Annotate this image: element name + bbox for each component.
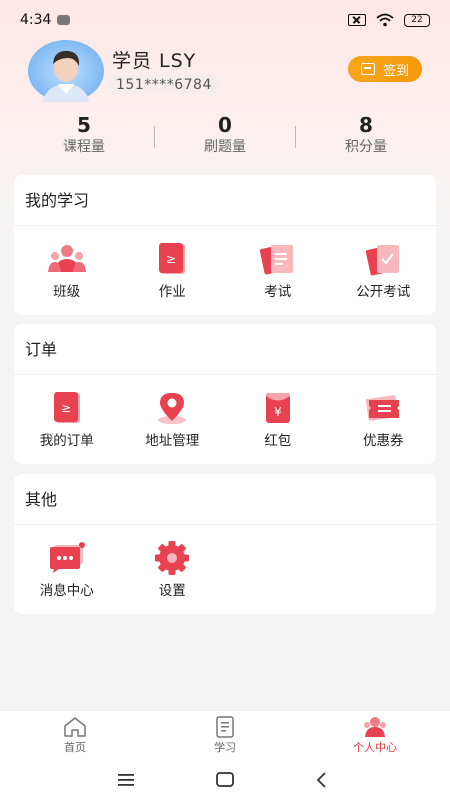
notification-icon bbox=[57, 15, 71, 25]
card-title: 订单 bbox=[14, 324, 436, 375]
grid-item-public-exam[interactable]: 公开考试 bbox=[331, 226, 437, 314]
stat-courses[interactable]: 5 课程量 bbox=[14, 112, 154, 156]
grid-item-coupon[interactable]: 优惠券 bbox=[331, 375, 437, 463]
svg-text:≥: ≥ bbox=[166, 252, 176, 266]
stat-questions[interactable]: 0 刷题量 bbox=[155, 112, 295, 156]
user-name: 学员 LSY bbox=[112, 50, 197, 72]
menu-icon[interactable] bbox=[118, 773, 134, 787]
tab-profile[interactable]: 个人中心 bbox=[300, 711, 450, 760]
user-phone: 151****6784 bbox=[110, 76, 218, 94]
signin-label: 签到 bbox=[382, 63, 409, 79]
card-other: 其他 消息中心 设置 bbox=[14, 474, 436, 614]
location-pin-icon bbox=[158, 393, 187, 424]
grid-item-class[interactable]: 班级 bbox=[14, 226, 120, 314]
signin-button[interactable]: 签到 bbox=[348, 56, 422, 82]
grid-item-message-center[interactable]: 消息中心 bbox=[14, 525, 120, 613]
grid-label: 考试 bbox=[264, 284, 292, 300]
grid-label: 优惠券 bbox=[363, 433, 404, 449]
bottom-tab-bar: 首页 学习 个人中心 bbox=[0, 710, 450, 760]
avatar[interactable] bbox=[28, 40, 106, 102]
stat-value: 5 bbox=[77, 113, 91, 137]
stat-label: 积分量 bbox=[345, 139, 387, 155]
tab-label: 个人中心 bbox=[353, 741, 397, 754]
message-icon bbox=[49, 542, 85, 573]
home-nav-icon[interactable] bbox=[216, 772, 234, 788]
tab-label: 学习 bbox=[214, 741, 236, 754]
card-title: 我的学习 bbox=[14, 175, 436, 226]
grid-label: 作业 bbox=[158, 284, 186, 300]
coupon-icon bbox=[366, 395, 400, 421]
grid-item-settings[interactable]: 设置 bbox=[120, 525, 226, 613]
tab-home[interactable]: 首页 bbox=[0, 711, 150, 760]
grid-label: 红包 bbox=[264, 433, 292, 449]
system-nav-bar bbox=[0, 760, 450, 800]
grid-label: 消息中心 bbox=[39, 583, 94, 599]
public-exam-icon bbox=[366, 245, 400, 276]
grid-item-exam[interactable]: 考试 bbox=[225, 226, 331, 314]
settings-gear-icon bbox=[155, 541, 190, 575]
grid-label: 公开考试 bbox=[356, 284, 411, 300]
card-title: 其他 bbox=[14, 474, 436, 525]
homework-icon: ≥ bbox=[159, 243, 186, 274]
study-doc-icon bbox=[216, 716, 234, 738]
order-icon: ≥ bbox=[53, 392, 80, 423]
wifi-icon bbox=[376, 13, 394, 27]
grid-item-red-packet[interactable]: ¥ 红包 bbox=[225, 375, 331, 463]
grid-label: 班级 bbox=[53, 284, 81, 300]
class-icon bbox=[47, 245, 86, 272]
back-icon[interactable] bbox=[315, 771, 327, 789]
profile-header: 学员 LSY 151****6784 签到 bbox=[28, 40, 428, 104]
grid-label: 我的订单 bbox=[39, 433, 94, 449]
status-time: 4:34 bbox=[20, 12, 52, 28]
exam-icon bbox=[259, 245, 293, 275]
battery-icon: 22 bbox=[404, 13, 430, 27]
svg-text:≥: ≥ bbox=[61, 401, 71, 415]
grid-item-homework[interactable]: ≥ 作业 bbox=[120, 226, 226, 314]
svg-text:¥: ¥ bbox=[274, 405, 282, 419]
card-orders: 订单 ≥ 我的订单 地址管理 ¥ 红包 优惠券 bbox=[14, 324, 436, 464]
stat-points[interactable]: 8 积分量 bbox=[296, 112, 436, 156]
profile-icon bbox=[364, 717, 386, 737]
stat-label: 刷题量 bbox=[204, 139, 246, 155]
calendar-icon bbox=[360, 63, 375, 75]
status-bar: 4:34 22 bbox=[0, 0, 450, 40]
home-icon bbox=[64, 717, 86, 737]
stat-value: 0 bbox=[218, 113, 232, 137]
grid-label: 设置 bbox=[158, 583, 186, 599]
grid-item-address[interactable]: 地址管理 bbox=[120, 375, 226, 463]
grid-item-my-orders[interactable]: ≥ 我的订单 bbox=[14, 375, 120, 463]
stats-row: 5 课程量 0 刷题量 8 积分量 bbox=[0, 112, 450, 164]
card-my-study: 我的学习 班级 ≥ 作业 考试 公开考试 bbox=[14, 175, 436, 315]
grid-label: 地址管理 bbox=[145, 433, 200, 449]
sim-off-icon bbox=[348, 14, 366, 26]
stat-value: 8 bbox=[359, 113, 373, 137]
tab-study[interactable]: 学习 bbox=[150, 711, 300, 760]
tab-label: 首页 bbox=[64, 741, 86, 754]
red-packet-icon: ¥ bbox=[265, 393, 290, 423]
stat-label: 课程量 bbox=[63, 139, 105, 155]
